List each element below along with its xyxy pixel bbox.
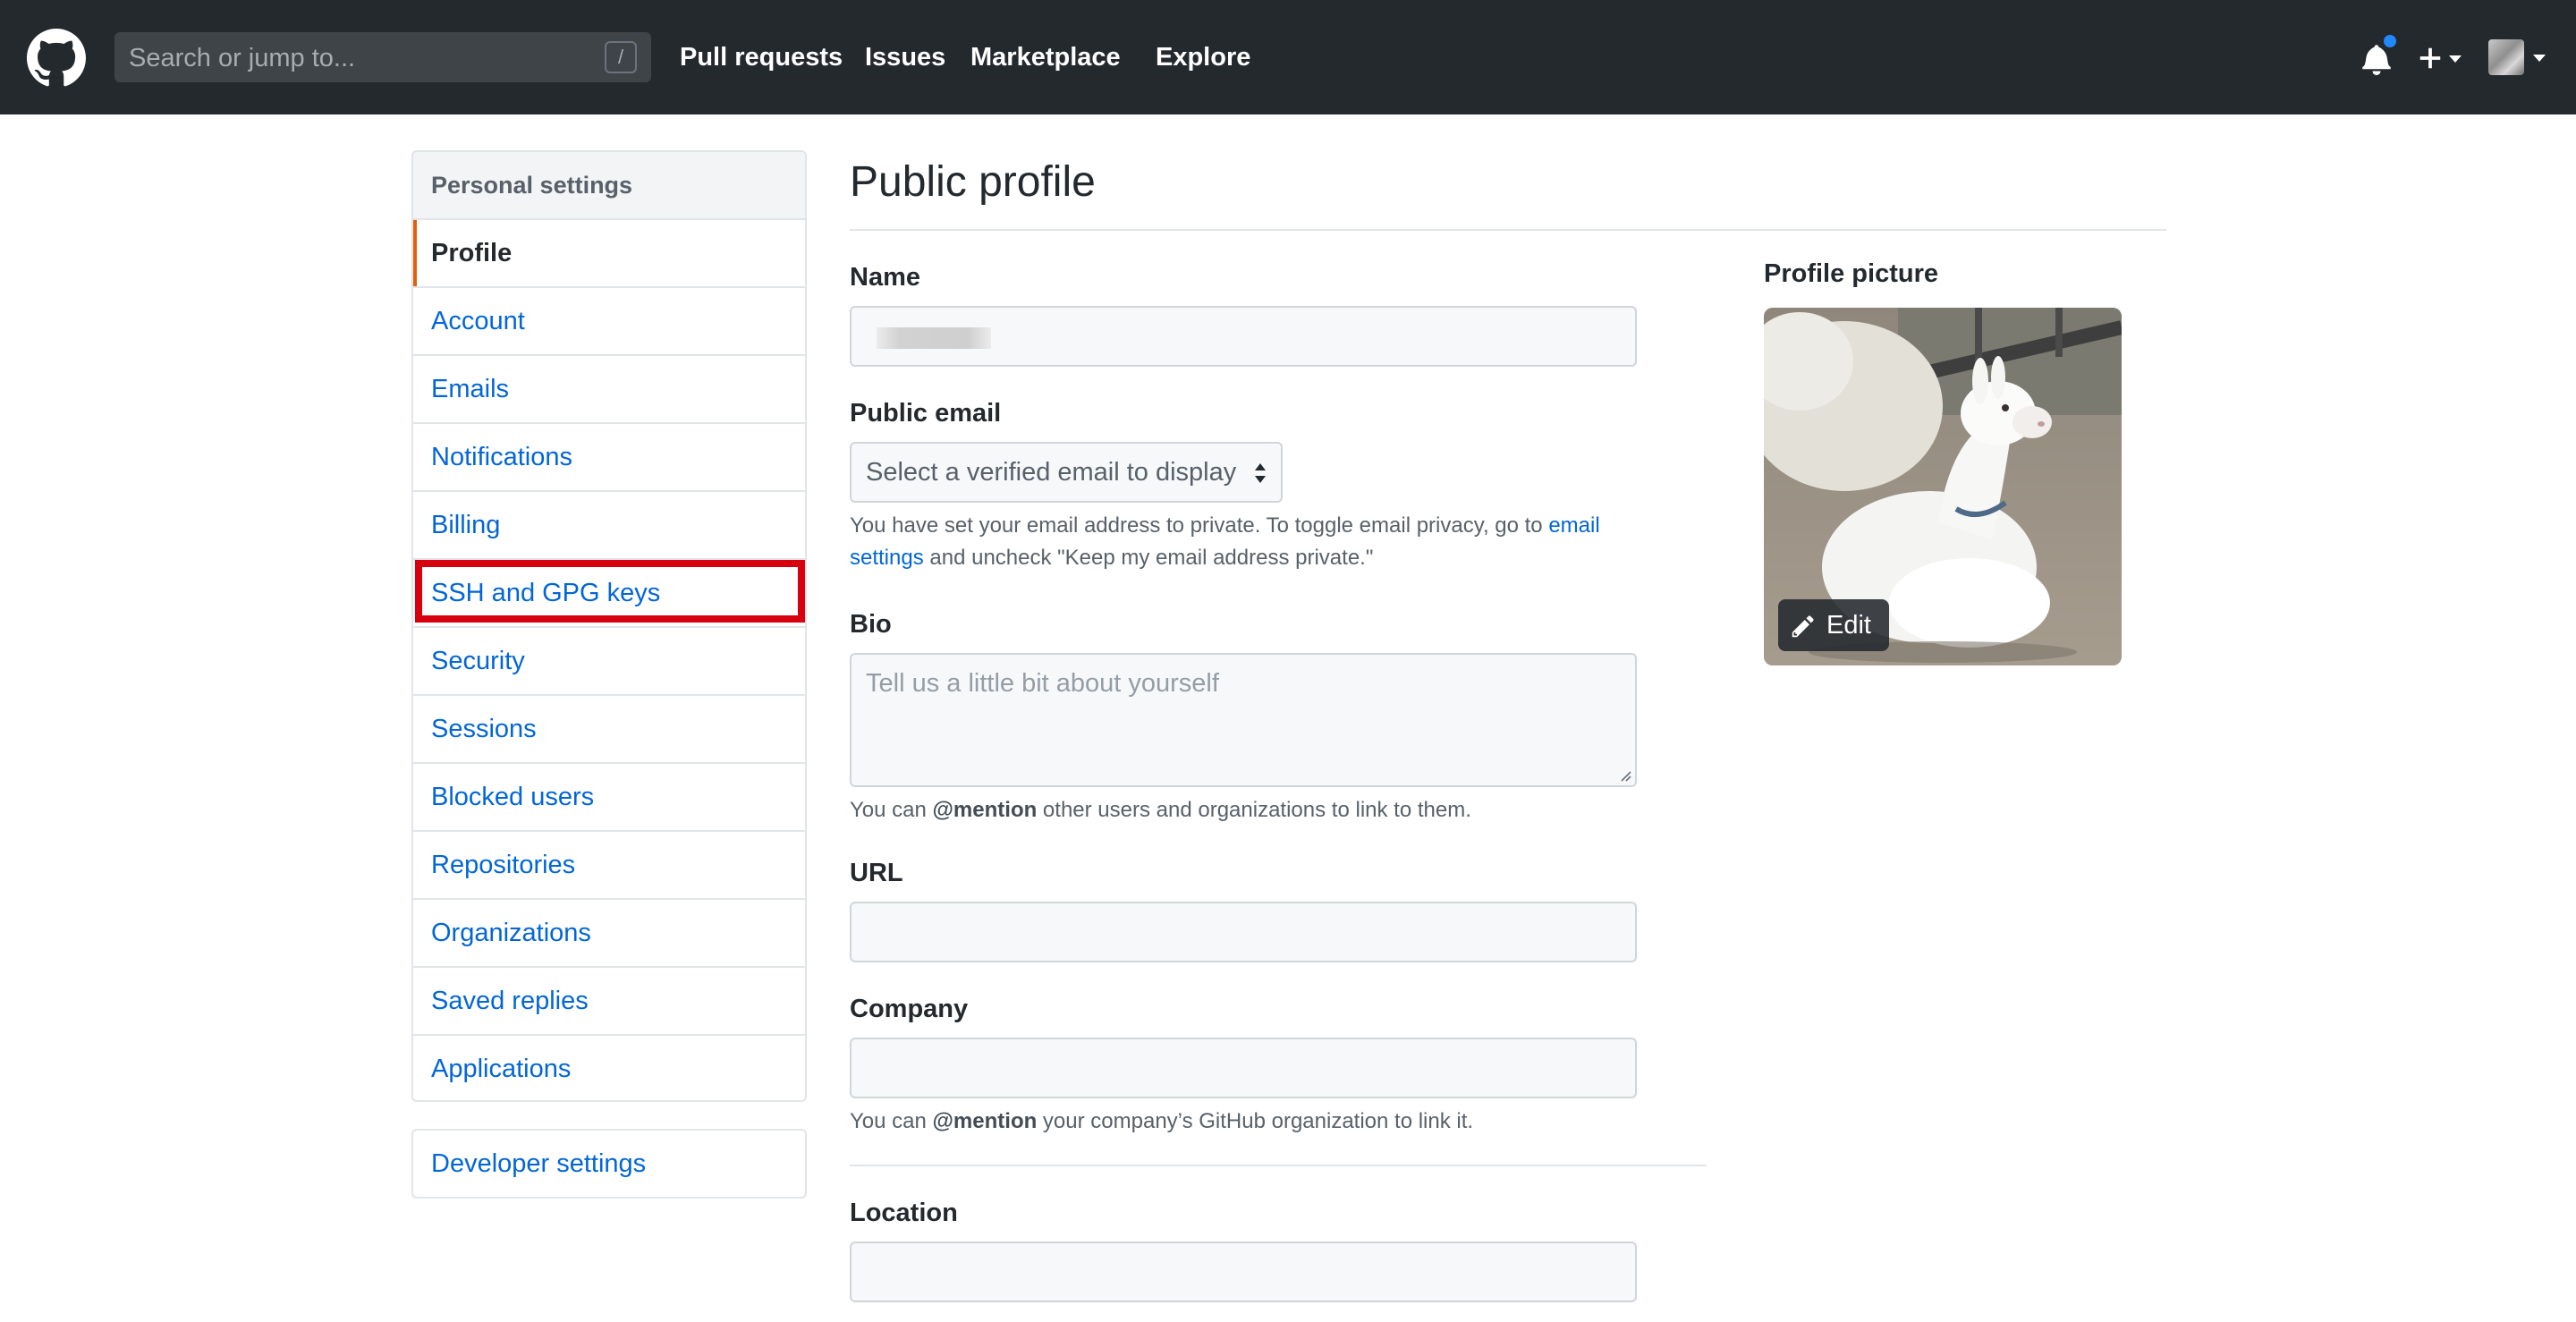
- divider: [850, 229, 2166, 231]
- email-privacy-note: You have set your email address to priva…: [850, 510, 1655, 574]
- name-value-redacted: [877, 327, 991, 349]
- sidebar-item-account[interactable]: Account: [413, 288, 805, 356]
- public-email-selected: Select a verified email to display: [866, 458, 1237, 487]
- public-email-label: Public email: [850, 399, 1002, 428]
- edit-picture-button[interactable]: Edit: [1778, 599, 1889, 651]
- sidebar-item-applications[interactable]: Applications: [413, 1036, 805, 1100]
- create-new-dropdown[interactable]: [2417, 43, 2463, 73]
- user-menu-dropdown[interactable]: [2488, 39, 2551, 77]
- sidebar-item-billing[interactable]: Billing: [413, 492, 805, 560]
- company-note-text-end: your company’s GitHub organization to li…: [1037, 1109, 1474, 1133]
- top-header: Search or jump to... / Pull requests Iss…: [0, 0, 2576, 114]
- slash-shortcut-key: /: [605, 41, 637, 73]
- search-input[interactable]: Search or jump to... /: [114, 32, 651, 82]
- email-note-text: You have set your email address to priva…: [850, 513, 1549, 538]
- url-label: URL: [850, 859, 903, 887]
- company-note-text: You can: [850, 1109, 933, 1133]
- chevron-down-icon: [2533, 55, 2546, 62]
- pencil-icon: [1792, 615, 1814, 638]
- location-field[interactable]: [850, 1241, 1637, 1302]
- nav-marketplace[interactable]: Marketplace: [970, 42, 1121, 72]
- company-note-mention: @mention: [932, 1109, 1038, 1133]
- profile-picture: Edit: [1764, 308, 2122, 665]
- sidebar-item-sessions[interactable]: Sessions: [413, 696, 805, 764]
- bio-note-text: You can: [850, 798, 933, 822]
- resize-grip-icon[interactable]: [1617, 767, 1631, 782]
- sidebar-item-blocked-users[interactable]: Blocked users: [413, 764, 805, 832]
- sidebar-item-emails[interactable]: Emails: [413, 356, 805, 424]
- plus-icon: [2419, 47, 2441, 69]
- sidebar-item-repositories[interactable]: Repositories: [413, 832, 805, 900]
- sidebar-item-notifications[interactable]: Notifications: [413, 424, 805, 492]
- sidebar-item-profile[interactable]: Profile: [413, 220, 805, 288]
- avatar: [2488, 39, 2524, 75]
- sidebar-item-security[interactable]: Security: [413, 628, 805, 696]
- bio-placeholder: Tell us a little bit about yourself: [866, 669, 1219, 698]
- page-title: Public profile: [850, 158, 1096, 206]
- url-field[interactable]: [850, 902, 1637, 962]
- divider: [850, 1165, 1707, 1166]
- sidebar-item-organizations[interactable]: Organizations: [413, 900, 805, 968]
- location-label: Location: [850, 1199, 958, 1227]
- bio-note-text-end: other users and organizations to link to…: [1037, 798, 1471, 822]
- company-field[interactable]: [850, 1038, 1637, 1098]
- public-email-select[interactable]: Select a verified email to display: [850, 442, 1283, 503]
- nav-explore[interactable]: Explore: [1156, 42, 1250, 72]
- sidebar-item-saved-replies[interactable]: Saved replies: [413, 968, 805, 1036]
- sidebar-item-ssh-gpg-keys[interactable]: SSH and GPG keys: [413, 560, 805, 628]
- chevron-down-icon: [2449, 55, 2462, 63]
- bio-textarea[interactable]: Tell us a little bit about yourself: [850, 653, 1637, 787]
- nav-issues[interactable]: Issues: [865, 42, 945, 72]
- bio-note: You can @mention other users and organiz…: [850, 794, 1471, 826]
- select-arrows-icon: [1255, 463, 1266, 483]
- name-label: Name: [850, 263, 920, 292]
- nav-pull-requests[interactable]: Pull requests: [680, 42, 843, 72]
- profile-picture-label: Profile picture: [1764, 259, 1938, 288]
- sidebar-heading: Personal settings: [413, 152, 805, 220]
- settings-sidebar: Personal settings Profile Account Emails…: [411, 150, 807, 1102]
- notification-dot: [2381, 32, 2399, 50]
- name-field[interactable]: [850, 306, 1637, 367]
- github-logo-icon[interactable]: [27, 29, 86, 88]
- developer-settings-link[interactable]: Developer settings: [411, 1129, 807, 1199]
- bio-note-mention: @mention: [932, 798, 1038, 822]
- edit-label: Edit: [1826, 611, 1871, 640]
- company-note: You can @mention your company’s GitHub o…: [850, 1106, 1473, 1138]
- company-label: Company: [850, 995, 969, 1023]
- search-placeholder: Search or jump to...: [129, 44, 356, 72]
- email-note-text-end: and uncheck "Keep my email address priva…: [923, 546, 1374, 570]
- bio-label: Bio: [850, 610, 892, 639]
